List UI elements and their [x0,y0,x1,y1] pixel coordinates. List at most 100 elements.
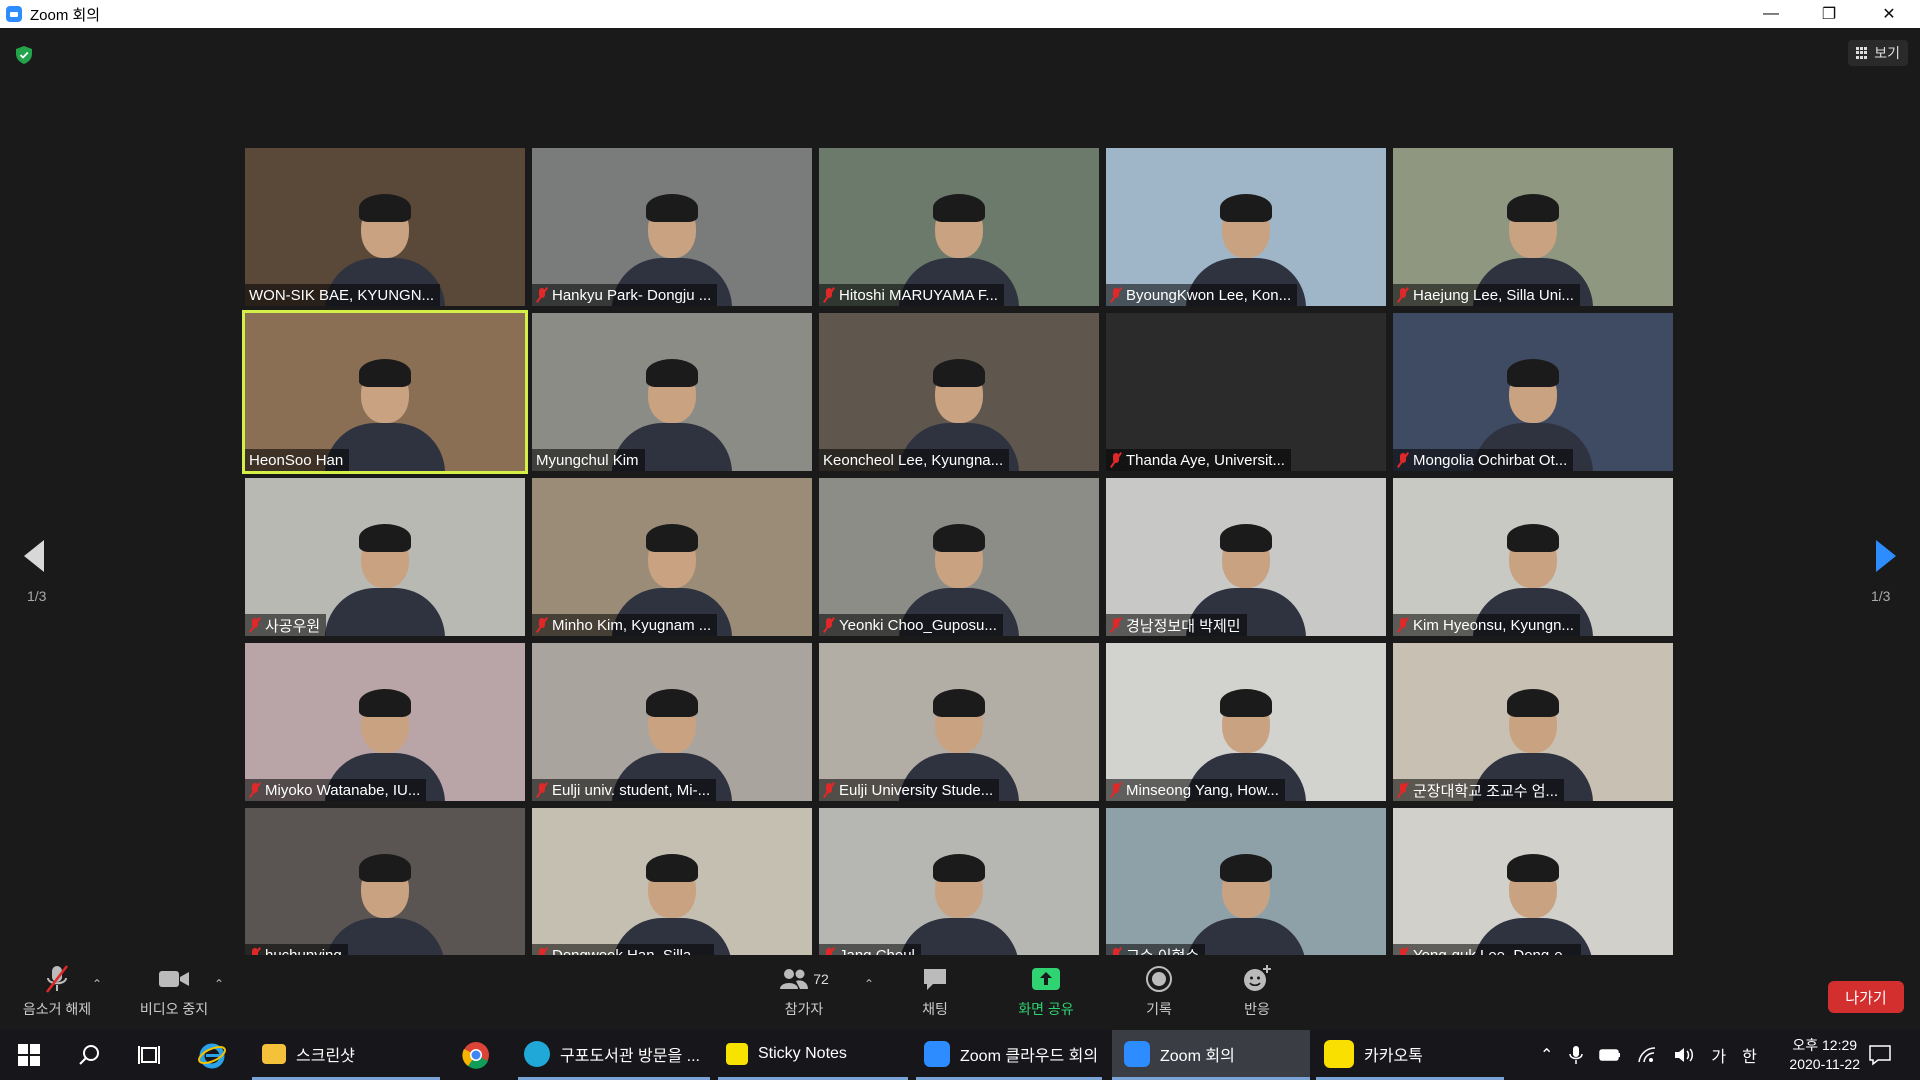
start-button[interactable] [18,1030,40,1080]
participant-video-tile[interactable]: Minseong Yang, How... [1106,643,1386,801]
participant-video-tile[interactable]: Eulji University Stude... [819,643,1099,801]
participant-name-tag: Yeonki Choo_Guposu... [819,614,1003,636]
leave-meeting-button[interactable]: 나가기 [1828,981,1904,1013]
ime-language-indicator[interactable]: 한 [1742,1043,1757,1067]
audio-options-caret-icon[interactable]: ⌃ [92,977,102,991]
participant-name: Hankyu Park- Dongju ... [552,286,712,304]
taskbar-chrome[interactable] [462,1030,490,1080]
reactions-label: 반응 [1244,1001,1270,1017]
stop-video-button[interactable]: 비디오 중지 [134,963,214,1019]
participant-video-tile[interactable]: 사공우원 [245,478,525,636]
taskbar-search-button[interactable] [78,1030,100,1080]
wifi-icon[interactable] [1637,1046,1657,1064]
muted-microphone-icon [1397,783,1409,797]
clock-time: 오후 12:29 [1792,1037,1858,1053]
participant-name-tag: Thanda Aye, Universit... [1106,449,1291,471]
taskbar-zoom-meeting[interactable]: Zoom 회의 [1112,1030,1310,1080]
participant-video-tile[interactable]: Jang Cheul [819,808,1099,966]
next-page-arrow-icon[interactable] [1874,538,1898,574]
participant-name: Eulji University Stude... [839,781,994,799]
ime-mode-indicator[interactable]: 가 [1711,1043,1726,1067]
taskbar-sticky-notes[interactable]: Sticky Notes [718,1030,908,1080]
tray-overflow-chevron-icon[interactable]: ⌃ [1540,1045,1553,1065]
chat-button[interactable]: 채팅 [908,963,962,1019]
chrome-icon [462,1042,489,1069]
participant-name-tag: WON-SIK BAE, KYUNGN... [245,284,441,306]
taskbar-clock[interactable]: 오후 12:29 2020-11-22 [1789,1036,1860,1074]
unmute-button[interactable]: 음소거 해제 [16,963,98,1019]
video-options-caret-icon[interactable]: ⌃ [214,977,224,991]
participant-name: Minseong Yang, How... [1126,781,1279,799]
participant-video-tile[interactable]: Mongolia Ochirbat Ot... [1393,313,1673,471]
close-button[interactable]: ✕ [1860,0,1918,28]
participant-video-tile[interactable]: ByoungKwon Lee, Kon... [1106,148,1386,306]
system-tray: ⌃ 가 한 [1540,1030,1757,1080]
task-view-icon [138,1046,160,1064]
participant-name-tag: Hitoshi MARUYAMA F... [819,284,1004,306]
share-screen-button[interactable]: 화면 공유 [1006,963,1086,1019]
participant-video-tile[interactable]: Kim Hyeonsu, Kyungn... [1393,478,1673,636]
participants-caret-icon[interactable]: ⌃ [864,977,874,991]
participant-video-tile[interactable]: Thanda Aye, Universit... [1106,313,1386,471]
participant-video-tile[interactable]: 경남정보대 박제민 [1106,478,1386,636]
participant-name-tag: Hankyu Park- Dongju ... [532,284,718,306]
action-center-notification-icon[interactable] [1868,1044,1892,1066]
participant-video-tile[interactable]: Yong-guk Lee, Dong-e... [1393,808,1673,966]
participant-video-tile[interactable]: Hankyu Park- Dongju ... [532,148,812,306]
participant-video-tile[interactable]: huchunying [245,808,525,966]
muted-microphone-icon [1110,618,1122,632]
participants-icon [780,969,809,989]
participant-name-tag: Miyoko Watanabe, IU... [245,779,427,801]
participant-video-tile[interactable]: 군장대학교 조교수 엄... [1393,643,1673,801]
participant-name: HeonSoo Han [249,451,344,469]
clock-date: 2020-11-22 [1789,1056,1860,1072]
participant-video-tile[interactable]: 교수 이형수 [1106,808,1386,966]
participant-video-tile[interactable]: WON-SIK BAE, KYUNGN... [245,148,525,306]
participant-video-tile[interactable]: Haejung Lee, Silla Uni... [1393,148,1673,306]
microphone-icon[interactable] [1569,1045,1584,1065]
participant-video-tile[interactable]: HeonSoo Han [242,310,528,474]
participant-name: ByoungKwon Lee, Kon... [1126,286,1292,304]
battery-icon[interactable] [1599,1048,1621,1062]
participant-video-tile[interactable]: Miyoko Watanabe, IU... [245,643,525,801]
participant-video-tile[interactable]: Dongwook Han_Silla ... [532,808,812,966]
participant-name: 사공우원 [265,617,321,635]
view-mode-label: 보기 [1874,45,1900,61]
participants-button[interactable]: 72 참가자 [770,963,838,1019]
page-indicator-right: 1/3 [1871,588,1891,604]
volume-icon[interactable] [1673,1046,1695,1064]
participant-name-tag: ByoungKwon Lee, Kon... [1106,284,1298,306]
participant-video-tile[interactable]: Minho Kim, Kyugnam ... [532,478,812,636]
participant-video-tile[interactable]: Eulji univ. student, Mi-... [532,643,812,801]
record-button[interactable]: 기록 [1132,963,1186,1019]
participants-label: 참가자 [784,1001,824,1017]
zoom-app-icon [6,6,22,22]
task-view-button[interactable] [137,1030,161,1080]
security-shield-icon[interactable] [16,46,32,64]
zoom-icon [924,1040,950,1067]
reactions-button[interactable]: 반응 [1230,963,1284,1019]
taskbar-item-label: Zoom 클라우드 회의 [960,1047,1099,1065]
previous-page-arrow-icon[interactable] [22,538,46,574]
folder-icon [262,1043,286,1064]
taskbar-ie[interactable] [198,1030,226,1080]
taskbar-edge-browser[interactable]: 구포도서관 방문을 ... [518,1030,710,1080]
participant-video-tile[interactable]: Yeonki Choo_Guposu... [819,478,1099,636]
participant-video-tile[interactable]: Keoncheol Lee, Kyungna... [819,313,1099,471]
participant-name-tag: Eulji univ. student, Mi-... [532,779,717,801]
participant-name: Thanda Aye, Universit... [1126,451,1285,469]
participant-name-tag: Haejung Lee, Silla Uni... [1393,284,1580,306]
view-mode-button[interactable]: 보기 [1848,40,1908,66]
participant-name: Yeonki Choo_Guposu... [839,616,997,634]
window-title: Zoom 회의 [30,6,101,24]
minimize-button[interactable]: — [1742,0,1800,28]
participant-name: Mongolia Ochirbat Ot... [1413,451,1568,469]
participant-video-tile[interactable]: Myungchul Kim [532,313,812,471]
participant-video-tile[interactable]: Hitoshi MARUYAMA F... [819,148,1099,306]
taskbar-kakaotalk[interactable]: 카카오톡 [1316,1030,1504,1080]
participant-name: Haejung Lee, Silla Uni... [1413,286,1574,304]
taskbar-zoom-cloud[interactable]: Zoom 클라우드 회의 [916,1030,1102,1080]
taskbar-file-explorer[interactable]: 스크린샷 [252,1030,440,1080]
participant-name-tag: Keoncheol Lee, Kyungna... [819,449,1010,471]
restore-button[interactable]: ❐ [1800,0,1858,28]
